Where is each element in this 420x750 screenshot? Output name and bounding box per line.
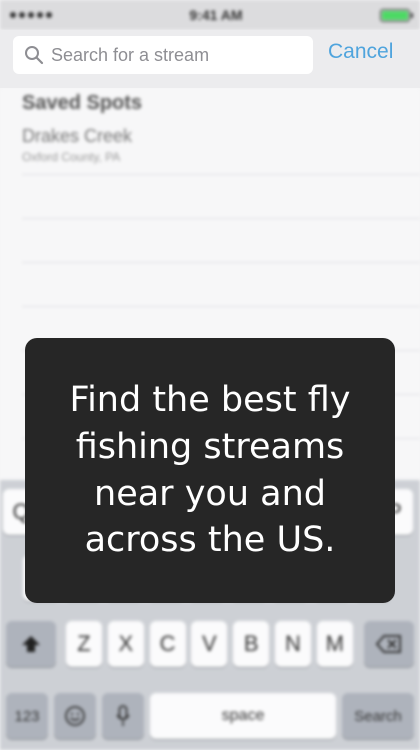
search-key[interactable]: Search xyxy=(342,693,414,739)
microphone-key[interactable] xyxy=(102,693,144,739)
backspace-icon xyxy=(375,635,401,653)
key-b[interactable]: B xyxy=(233,621,270,667)
saved-spot-name[interactable]: Drakes Creek xyxy=(22,126,132,147)
row-divider xyxy=(22,174,420,175)
search-input[interactable] xyxy=(51,44,301,66)
row-divider xyxy=(22,262,420,263)
saved-spot-location: Oxford County, PA xyxy=(22,150,121,164)
space-key[interactable]: space xyxy=(150,693,336,739)
key-z[interactable]: Z xyxy=(66,621,102,667)
backspace-key[interactable] xyxy=(364,621,414,667)
key-c[interactable]: C xyxy=(149,621,186,667)
battery-icon xyxy=(379,8,413,22)
status-time: 9:41 AM xyxy=(189,7,243,23)
saved-spots-title: Saved Spots xyxy=(22,92,143,114)
shift-key[interactable] xyxy=(6,621,56,667)
search-icon xyxy=(25,46,44,65)
battery-level xyxy=(381,10,408,20)
row-divider xyxy=(22,218,420,219)
key-x[interactable]: X xyxy=(107,621,144,667)
microphone-icon xyxy=(116,705,130,726)
emoji-key[interactable] xyxy=(54,693,96,739)
key-m[interactable]: M xyxy=(316,621,353,667)
key-v[interactable]: V xyxy=(191,621,228,667)
shift-icon xyxy=(22,636,40,652)
key-n[interactable]: N xyxy=(275,621,311,667)
signal-strength-icon xyxy=(10,12,52,18)
promo-overlay: Find the best fly fishing streams near y… xyxy=(25,338,395,603)
emoji-icon xyxy=(65,706,85,726)
cancel-button[interactable]: Cancel xyxy=(328,40,393,64)
status-bar: 9:41 AM xyxy=(0,0,420,30)
search-header: Cancel xyxy=(0,30,420,88)
promo-text: Find the best fly fishing streams near y… xyxy=(69,379,351,561)
numbers-key[interactable]: 123 xyxy=(6,693,48,739)
search-field[interactable] xyxy=(13,36,313,74)
row-divider xyxy=(22,306,420,307)
